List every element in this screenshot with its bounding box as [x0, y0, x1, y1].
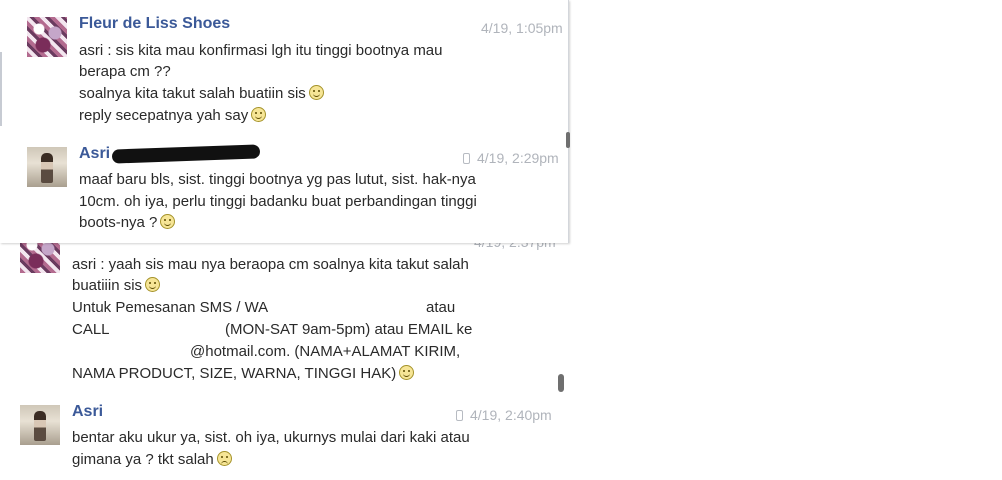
message-text: reply secepatnya yah say — [79, 107, 249, 124]
message-line: soalnya kita takut salah buatiin sis — [79, 83, 324, 105]
sender-name[interactable]: Fleur de Liss Shoes — [79, 15, 230, 33]
sender-name[interactable]: Asri — [79, 145, 110, 163]
timestamp: 4/19, 2:29pm — [463, 150, 559, 166]
timestamp-text: 4/19, 2:40pm — [470, 407, 552, 423]
smiley-icon — [308, 85, 324, 100]
avatar[interactable] — [27, 147, 67, 187]
sender-name[interactable]: Asri — [72, 403, 103, 421]
mobile-phone-icon — [456, 410, 463, 421]
message-line: CALL — [72, 321, 110, 338]
message-line: 10cm. oh iya, perlu tinggi badanku buat … — [79, 193, 477, 210]
message-line: (MON-SAT 9am-5pm) atau EMAIL ke — [225, 321, 473, 338]
message-line: bentar aku ukur ya, sist. oh iya, ukurny… — [72, 429, 470, 446]
chat-history-front: Fleur de Liss Shoes 4/19, 1:05pm asri : … — [0, 0, 570, 243]
message-text: Untuk Pemesanan SMS / WA — [72, 299, 269, 316]
message-line: buatiiin sis — [72, 275, 161, 297]
redaction-mark — [111, 144, 261, 164]
message-line: maaf baru bls, sist. tinggi bootnya yg p… — [79, 171, 476, 188]
message-line: boots-nya ? — [79, 212, 176, 234]
message-line: NAMA PRODUCT, SIZE, WARNA, TINGGI HAK) — [72, 363, 415, 385]
message-fragment: atau — [426, 299, 456, 316]
message-text: gimana ya ? tkt salah — [72, 451, 214, 468]
message-line: asri : yaah sis mau nya beraopa cm soaln… — [72, 256, 469, 273]
message-line: reply secepatnya yah say — [79, 105, 267, 127]
message-line: berapa cm ?? — [79, 63, 171, 80]
avatar[interactable] — [20, 405, 60, 445]
message-text: NAMA PRODUCT, SIZE, WARNA, TINGGI HAK) — [72, 365, 397, 382]
mobile-phone-icon — [463, 153, 470, 164]
message-text: boots-nya ? — [79, 214, 158, 231]
panel-edge — [0, 52, 2, 126]
scrollbar-thumb[interactable] — [566, 132, 570, 148]
smiley-icon — [399, 365, 415, 380]
message-line: Untuk Pemesanan SMS / WA — [72, 297, 268, 319]
message-text: soalnya kita takut salah buatiin sis — [79, 85, 306, 102]
avatar[interactable] — [27, 17, 67, 57]
message-line: asri : sis kita mau konfirmasi lgh itu t… — [79, 42, 443, 59]
timestamp-text: 4/19, 2:29pm — [477, 150, 559, 166]
message-line: @hotmail.com. (NAMA+ALAMAT KIRIM, — [190, 343, 461, 360]
message-line: gimana ya ? tkt salah — [72, 449, 232, 471]
frown-icon — [216, 451, 232, 466]
scrollbar-thumb[interactable] — [558, 374, 564, 392]
message-text: buatiiin sis — [72, 277, 143, 294]
smiley-icon — [160, 214, 176, 229]
timestamp: 4/19, 2:40pm — [456, 407, 552, 423]
timestamp: 4/19, 1:05pm — [481, 20, 563, 36]
smiley-icon — [145, 277, 161, 292]
smiley-icon — [251, 107, 267, 122]
